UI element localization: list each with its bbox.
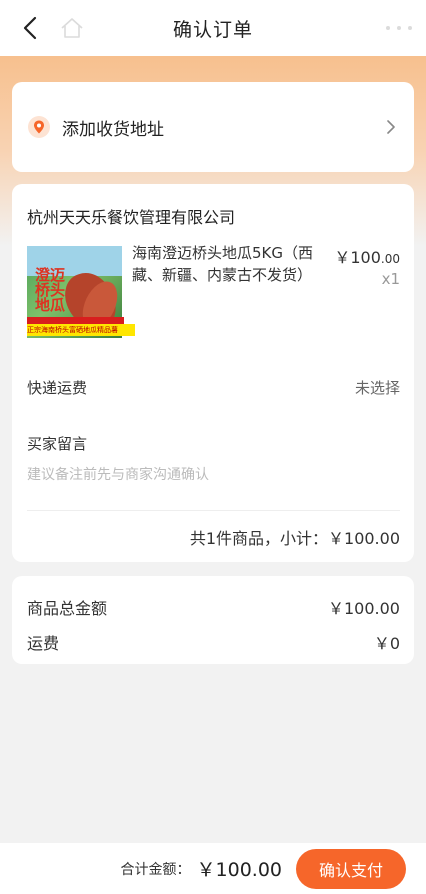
more-dot-icon xyxy=(386,26,390,30)
freight-value: ￥0 xyxy=(373,634,400,653)
divider xyxy=(27,510,400,511)
shipping-row[interactable]: 快递运费 未选择 xyxy=(27,377,400,398)
add-address-label: 添加收货地址 xyxy=(62,119,164,140)
home-button[interactable] xyxy=(58,14,86,42)
navigation-bar: 确认订单 xyxy=(0,0,426,56)
total-label: 合计金额： xyxy=(120,861,191,878)
add-address-card[interactable]: 添加收货地址 xyxy=(12,82,414,172)
more-dot-icon xyxy=(397,26,401,30)
freight-label: 运费 xyxy=(27,634,60,653)
product-name[interactable]: 海南澄迈桥头地瓜5KG（西藏、新疆、内蒙古不发货） xyxy=(132,242,332,286)
buyer-message-label: 买家留言 xyxy=(27,435,88,453)
chevron-right-icon xyxy=(387,120,395,134)
back-icon xyxy=(23,16,37,40)
goods-total-row: 商品总金额 ￥100.00 xyxy=(27,595,400,619)
confirm-pay-button[interactable]: 确认支付 xyxy=(296,848,406,889)
goods-total-value: ￥100.00 xyxy=(328,599,400,618)
more-dot-icon xyxy=(408,26,412,30)
product-image-banner-red xyxy=(27,317,124,324)
product-price: ￥100.00 xyxy=(334,248,400,267)
freight-row: 运费 ￥0 xyxy=(27,630,400,654)
summary-card: 商品总金额 ￥100.00 运费 ￥0 xyxy=(12,576,414,664)
goods-total-label: 商品总金额 xyxy=(27,599,108,618)
order-card: 杭州天天乐餐饮管理有限公司 澄迈桥头地瓜 正宗海南桥头富硒地瓜精品薯 海南澄迈桥… xyxy=(12,184,414,562)
checkout-bar: 合计金额： ￥100.00 确认支付 xyxy=(0,843,426,894)
product-quantity: x1 xyxy=(381,270,400,288)
shop-name: 杭州天天乐餐饮管理有限公司 xyxy=(27,208,236,227)
home-icon xyxy=(61,18,83,38)
page-title: 确认订单 xyxy=(172,18,253,41)
product-image-banner: 正宗海南桥头富硒地瓜精品薯 xyxy=(27,324,135,336)
order-subtotal: 共1件商品，小计：￥100.00 xyxy=(189,529,400,548)
total-amount: ￥100.00 xyxy=(196,859,282,881)
product-image-text: 澄迈桥头地瓜 xyxy=(35,266,66,314)
shipping-label: 快递运费 xyxy=(27,379,88,397)
back-button[interactable] xyxy=(16,14,44,42)
shipping-value: 未选择 xyxy=(354,379,400,397)
buyer-message-input[interactable]: 建议备注前先与商家沟通确认 xyxy=(27,464,209,484)
more-button[interactable] xyxy=(386,20,412,36)
location-pin-icon xyxy=(28,116,50,138)
